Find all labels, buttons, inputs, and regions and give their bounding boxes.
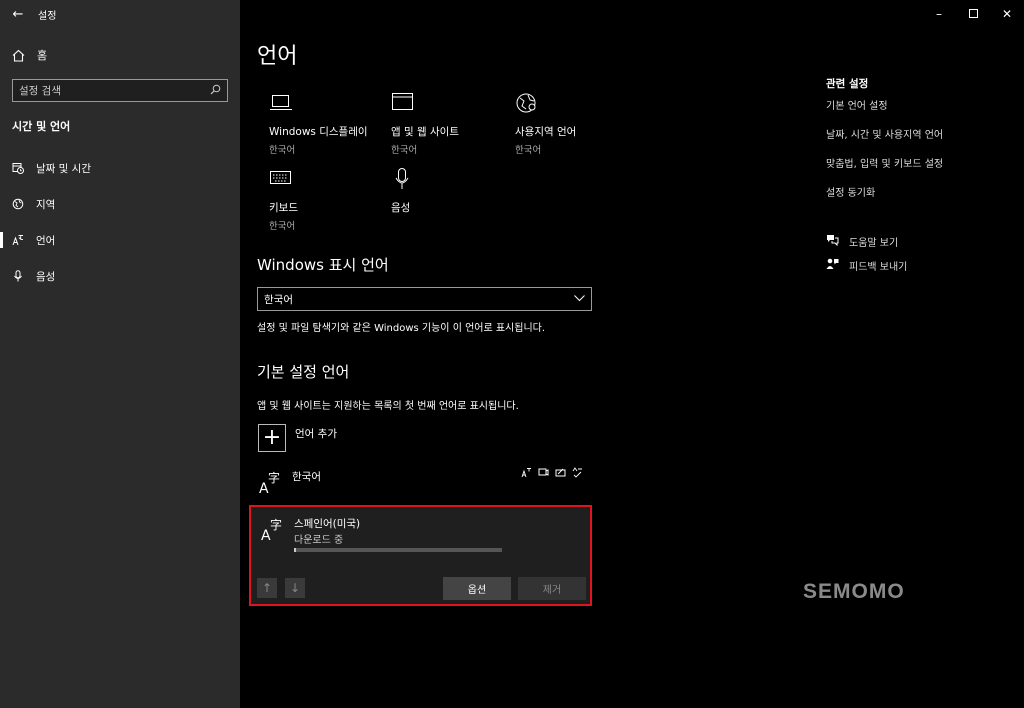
sidebar-item-label: 날짜 및 시간 <box>36 162 91 175</box>
tile-regional-format[interactable]: 사용지역 언어 한국어 <box>515 92 635 156</box>
app-title: 설정 <box>38 10 57 22</box>
feedback-icon <box>826 258 839 273</box>
sidebar-item-date-time[interactable]: 날짜 및 시간 <box>0 154 240 182</box>
download-progress-fill <box>294 548 297 552</box>
svg-text:字: 字 <box>270 517 282 532</box>
display-language-value: 한국어 <box>264 293 293 306</box>
search-input[interactable]: 설정 검색 <box>12 79 228 102</box>
related-link-spelling-typing-keyboard[interactable]: 맞춤법, 입력 및 키보드 설정 <box>826 155 943 170</box>
tile-title: 키보드 <box>269 202 298 214</box>
tile-keyboard[interactable]: 키보드 한국어 <box>269 168 389 232</box>
language-icon <box>12 234 24 246</box>
help-chat-icon <box>826 234 839 249</box>
sidebar: ← 설정 홈 설정 검색 시간 및 언어 날짜 및 시간 지역 언어 음성 <box>0 0 240 708</box>
tile-apps-websites[interactable]: 앱 및 웹 사이트 한국어 <box>391 92 511 156</box>
display-language-cap-icon <box>521 467 532 481</box>
tile-title: 앱 및 웹 사이트 <box>391 126 459 138</box>
remove-button[interactable]: 제거 <box>518 577 586 600</box>
help-label: 도움말 보기 <box>849 238 899 249</box>
language-capabilities <box>521 467 583 481</box>
main-content: – ✕ 언어 Windows 디스플레이 한국어 앱 및 웹 사이트 한국어 사… <box>240 0 1024 708</box>
tile-subtitle: 한국어 <box>515 145 542 156</box>
add-language-label: 언어 추가 <box>295 428 337 440</box>
tile-title: Windows 디스플레이 <box>269 126 368 138</box>
language-icon: A字 <box>258 469 284 497</box>
window-controls: – ✕ <box>922 0 1024 28</box>
display-language-heading: Windows 표시 언어 <box>257 256 389 274</box>
sidebar-item-language[interactable]: 언어 <box>0 226 240 254</box>
sidebar-item-label: 언어 <box>36 234 56 247</box>
keyboard-icon <box>269 168 389 194</box>
display-language-description: 설정 및 파일 탐색기와 같은 Windows 기능이 이 언어로 표시됩니다. <box>257 323 546 334</box>
download-status: 다운로드 중 <box>294 535 344 546</box>
language-item-korean[interactable]: A字 한국어 <box>258 469 321 497</box>
minimize-icon: – <box>936 7 942 21</box>
display-language-select[interactable]: 한국어 <box>257 287 592 311</box>
related-settings-title: 관련 설정 <box>826 78 869 90</box>
move-up-button[interactable]: ↑ <box>257 578 277 598</box>
home-label: 홈 <box>37 49 48 62</box>
sidebar-section-title: 시간 및 언어 <box>12 120 71 133</box>
close-icon: ✕ <box>1001 7 1013 21</box>
send-feedback-link[interactable]: 피드백 보내기 <box>826 258 907 273</box>
microphone-icon <box>12 270 24 282</box>
tile-subtitle: 한국어 <box>391 145 418 156</box>
related-link-sync-settings[interactable]: 설정 동기화 <box>826 184 875 199</box>
back-arrow-icon: ← <box>12 6 24 22</box>
related-settings: 관련 설정 기본 언어 설정 날짜, 시간 및 사용지역 언어 맞춤법, 입력 … <box>826 76 943 199</box>
tile-title: 사용지역 언어 <box>515 126 577 138</box>
options-button[interactable]: 옵션 <box>443 577 511 600</box>
maximize-icon <box>968 7 978 21</box>
tile-title: 음성 <box>391 202 411 214</box>
maximize-button[interactable] <box>956 0 990 28</box>
language-item-spanish-selected[interactable]: A字 스페인어(미국) 다운로드 중 ↑ ↓ 옵션 제거 <box>249 505 592 606</box>
globe-icon <box>12 198 24 210</box>
get-help-link[interactable]: 도움말 보기 <box>826 234 898 249</box>
arrow-up-icon: ↑ <box>261 581 273 595</box>
plus-icon: + <box>258 424 286 452</box>
home-icon <box>12 49 25 62</box>
preferred-language-description: 앱 및 웹 사이트는 지원하는 목록의 첫 번째 언어로 표시됩니다. <box>257 401 519 412</box>
close-button[interactable]: ✕ <box>990 0 1024 28</box>
tile-speech[interactable]: 음성 <box>391 168 511 215</box>
add-language-button[interactable]: + 언어 추가 <box>258 424 337 452</box>
window-icon <box>391 92 511 118</box>
download-progress-bar <box>294 548 502 552</box>
back-button[interactable]: ← <box>0 0 36 28</box>
globe-icon <box>515 92 635 118</box>
watermark: SEMOMO <box>803 580 905 603</box>
sidebar-home[interactable]: 홈 <box>12 46 47 64</box>
tile-subtitle: 한국어 <box>269 221 296 232</box>
microphone-icon <box>391 168 511 194</box>
handwriting-cap-icon <box>555 467 566 481</box>
search-icon <box>210 84 221 98</box>
search-placeholder: 설정 검색 <box>19 85 61 97</box>
feedback-label: 피드백 보내기 <box>849 262 908 273</box>
sidebar-item-region[interactable]: 지역 <box>0 190 240 218</box>
sidebar-item-label: 음성 <box>36 270 56 283</box>
move-down-button[interactable]: ↓ <box>285 578 305 598</box>
minimize-button[interactable]: – <box>922 0 956 28</box>
language-icon: A字 <box>260 516 286 544</box>
calendar-clock-icon <box>12 162 24 174</box>
sidebar-item-label: 지역 <box>36 198 56 211</box>
language-name: 한국어 <box>292 471 321 483</box>
page-title: 언어 <box>257 44 298 69</box>
related-link-date-time-region[interactable]: 날짜, 시간 및 사용지역 언어 <box>826 126 943 141</box>
sidebar-item-speech[interactable]: 음성 <box>0 262 240 290</box>
language-name: 스페인어(미국) <box>294 518 361 530</box>
laptop-icon <box>269 92 389 118</box>
chevron-down-icon <box>574 293 585 305</box>
related-link-default-language[interactable]: 기본 언어 설정 <box>826 97 888 112</box>
speech-cap-icon <box>538 467 549 481</box>
tile-subtitle: 한국어 <box>269 145 296 156</box>
spellcheck-cap-icon <box>572 467 583 481</box>
preferred-language-heading: 기본 설정 언어 <box>257 363 350 381</box>
tile-windows-display[interactable]: Windows 디스플레이 한국어 <box>269 92 389 156</box>
titlebar-left: ← 설정 <box>0 0 240 28</box>
svg-text:字: 字 <box>268 470 280 485</box>
arrow-down-icon: ↓ <box>289 581 301 595</box>
